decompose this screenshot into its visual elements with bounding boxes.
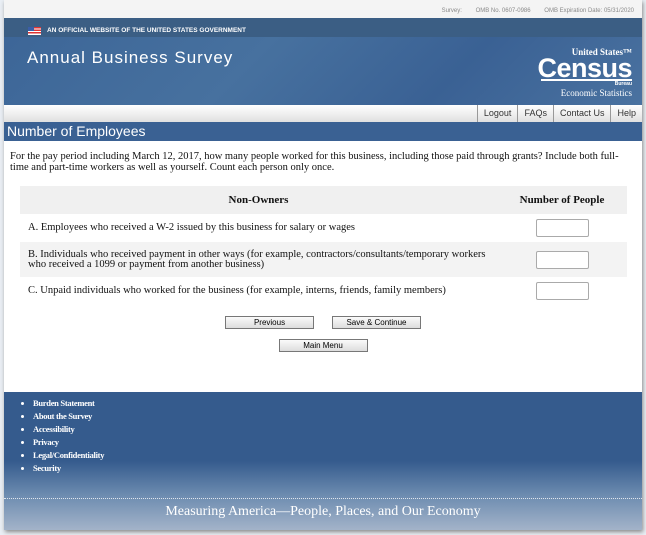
omb-expiration: OMB Expiration Date: 05/31/2020 [544,8,634,14]
nav-faqs[interactable]: FAQs [517,105,553,122]
table-row: B. Individuals who received payment in o… [20,242,627,277]
divider [4,498,642,499]
gov-banner-text: AN OFFICIAL WEBSITE OF THE UNITED STATES… [47,27,246,34]
footer: Burden Statement About the Survey Access… [4,392,642,530]
footer-link-burden[interactable]: Burden Statement [33,398,95,408]
census-logo: United States™ Census Bureau Economic St… [537,47,632,98]
row-label: A. Employees who received a W-2 issued b… [28,222,355,233]
save-continue-button[interactable]: Save & Continue [332,316,421,329]
footer-link-about[interactable]: About the Survey [33,411,92,421]
unpaid-input[interactable] [535,282,589,300]
header: AN OFFICIAL WEBSITE OF THE UNITED STATES… [4,18,642,105]
footer-link-legal[interactable]: Legal/Confidentiality [33,450,104,460]
table-row: A. Employees who received a W-2 issued b… [20,214,627,242]
logo-line4: Economic Statistics [560,88,632,98]
omb-info: Survey: OMB No. 0607-0986 OMB Expiration… [4,0,642,18]
employees-table: Non-Owners Number of People A. Employees … [20,186,627,305]
row-label: B. Individuals who received payment in o… [20,242,497,277]
other-payment-input[interactable] [535,250,589,269]
header-number-of-people: Number of People [497,186,627,214]
footer-link-accessibility[interactable]: Accessibility [33,424,75,434]
footer-tagline: Measuring America—People, Places, and Ou… [165,504,481,519]
page: Survey: OMB No. 0607-0986 OMB Expiration… [4,0,642,530]
question-text: For the pay period including March 12, 2… [10,151,619,173]
previous-button[interactable]: Previous [225,316,314,329]
footer-links: Burden Statement About the Survey Access… [4,392,642,476]
main-menu-button[interactable]: Main Menu [278,339,368,352]
page-title: Number of Employees [4,122,642,141]
app-title: Annual Business Survey [27,48,234,67]
nav-contact-us[interactable]: Contact Us [552,105,611,122]
nav-help[interactable]: Help [610,105,642,122]
nav-logout[interactable]: Logout [476,105,518,122]
gov-banner: AN OFFICIAL WEBSITE OF THE UNITED STATES… [4,18,642,37]
footer-link-privacy[interactable]: Privacy [33,437,59,447]
table-row: C. Unpaid individuals who worked for the… [20,277,627,305]
row-label: C. Unpaid individuals who worked for the… [28,285,446,296]
us-flag-icon [28,26,41,35]
survey-label: Survey: [441,8,462,14]
header-non-owners: Non-Owners [20,186,497,214]
employees-w2-input[interactable] [535,219,589,237]
logo-line2: Census [537,53,632,83]
omb-number: OMB No. 0607-0986 [475,8,531,14]
top-nav: Logout FAQs Contact Us Help [4,105,642,122]
main-content: For the pay period including March 12, 2… [4,141,642,392]
footer-link-security[interactable]: Security [33,463,61,473]
